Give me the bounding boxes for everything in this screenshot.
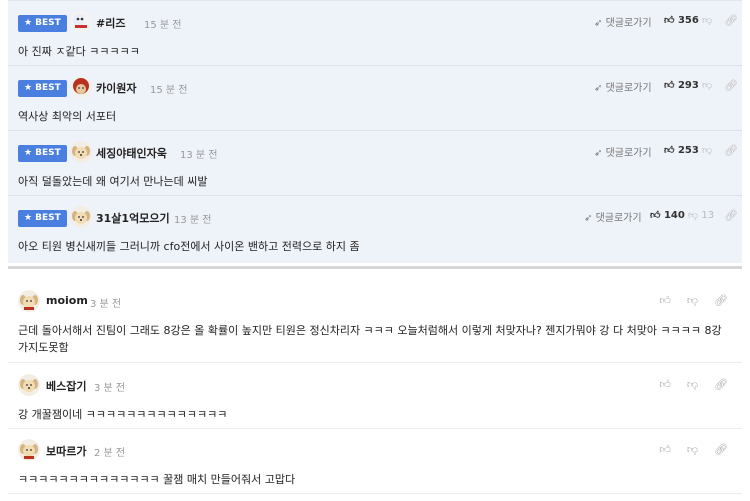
dislike-button[interactable]: 👎︎ bbox=[702, 14, 712, 26]
thumbs-up-icon: 👍︎ bbox=[650, 210, 661, 221]
thumbs-up-icon[interactable]: 👍︎ bbox=[659, 443, 671, 456]
comment-text: 근데 돌아서해서 진팀이 그래도 8강은 올 확률이 높지만 티원은 정신차리자… bbox=[18, 324, 722, 354]
best-badge: ★ BEST bbox=[18, 145, 67, 162]
nickname[interactable]: 31살1억모으기 bbox=[96, 210, 170, 226]
nickname[interactable]: 카이원자 bbox=[96, 80, 136, 96]
avatar[interactable] bbox=[70, 11, 92, 33]
nickname[interactable]: 베스잡기 bbox=[46, 378, 86, 394]
like-button[interactable]: 👍︎ 140 bbox=[650, 209, 685, 221]
star-icon: ★ bbox=[24, 213, 33, 223]
best-badge: ★ BEST bbox=[18, 210, 67, 227]
reply-link[interactable]: ➶ 댓글로가기 bbox=[594, 79, 652, 94]
dislike-button[interactable]: 👎︎ bbox=[702, 79, 712, 91]
paper-plane-icon: ➶ bbox=[594, 148, 603, 159]
nickname[interactable]: 보따르가 bbox=[46, 443, 86, 459]
dislike-button[interactable]: 👎︎ bbox=[702, 144, 712, 156]
comment-text: 아 진짜 ㅈ같다 ㅋㅋㅋㅋㅋ bbox=[18, 45, 140, 58]
timestamp: 3 분 전 bbox=[94, 383, 126, 394]
comment-actions: 👍︎ 👎︎ 🔗︎ bbox=[643, 378, 728, 391]
paper-plane-icon: ➶ bbox=[584, 213, 593, 224]
comment-text: ㅋㅋㅋㅋㅋㅋㅋㅋㅋㅋㅋㅋㅋㅋ 꿀잼 매치 만들어줘서 고맙다 bbox=[18, 473, 296, 486]
best-badge: ★ BEST bbox=[18, 15, 67, 32]
avatar[interactable] bbox=[18, 439, 40, 461]
comment-item: moiom 3 분 전 근데 돌아서해서 진팀이 그래도 8강은 올 확률이 높… bbox=[8, 280, 742, 363]
link-icon[interactable]: 🔗︎ bbox=[714, 378, 728, 391]
avatar[interactable] bbox=[70, 141, 92, 163]
thumbs-down-icon[interactable]: 👎︎ bbox=[687, 294, 698, 307]
avatar[interactable] bbox=[70, 206, 92, 228]
nickname[interactable]: 세징야태인자욱 bbox=[96, 145, 167, 161]
like-button[interactable]: 👍︎ 356 bbox=[664, 14, 699, 26]
comment-item: 베스잡기 3 분 전 강 개꿀잼이네 ㅋㅋㅋㅋㅋㅋㅋㅋㅋㅋㅋㅋㅋㅋ 👍︎ 👎︎ 🔗︎ bbox=[8, 364, 742, 429]
paper-plane-icon: ➶ bbox=[594, 83, 603, 94]
comment-text: 아직 덜돌았는데 왜 여기서 만나는데 씨발 bbox=[18, 175, 208, 188]
avatar[interactable] bbox=[18, 374, 40, 396]
thumbs-down-icon[interactable]: 👎︎ bbox=[687, 443, 698, 456]
reply-link[interactable]: ➶ 댓글로가기 bbox=[594, 14, 652, 29]
comment-text: 강 개꿀잼이네 ㅋㅋㅋㅋㅋㅋㅋㅋㅋㅋㅋㅋㅋㅋ bbox=[18, 408, 228, 421]
thumbs-down-icon: 👎︎ bbox=[688, 210, 699, 221]
comment-item: 보따르가 2 분 전 ㅋㅋㅋㅋㅋㅋㅋㅋㅋㅋㅋㅋㅋㅋ 꿀잼 매치 만들어줘서 고맙… bbox=[8, 429, 742, 494]
comment-text: 역사상 최악의 서포터 bbox=[18, 110, 117, 123]
timestamp: 15 분 전 bbox=[150, 85, 188, 96]
dislike-button[interactable]: 👎︎ 13 bbox=[688, 209, 714, 221]
paper-plane-icon: ➶ bbox=[594, 18, 603, 29]
avatar[interactable] bbox=[70, 76, 92, 98]
thumbs-down-icon: 👎︎ bbox=[702, 15, 713, 26]
best-comment: ★ BEST 카이원자 15 분 전 역사상 최악의 서포터 ➶ 댓글로가기 👍︎… bbox=[8, 66, 742, 131]
comment-actions: 👍︎ 👎︎ 🔗︎ bbox=[643, 443, 728, 456]
timestamp: 13 분 전 bbox=[174, 215, 212, 226]
thumbs-up-icon: 👍︎ bbox=[664, 145, 675, 156]
thumbs-up-icon[interactable]: 👍︎ bbox=[659, 378, 671, 391]
best-comment: ★ BEST 31살1억모으기 13 분 전 아오 티원 병신새끼들 그러니까 c… bbox=[8, 196, 742, 260]
best-badge: ★ BEST bbox=[18, 80, 67, 97]
thumbs-up-icon: 👍︎ bbox=[664, 15, 675, 26]
like-button[interactable]: 👍︎ 253 bbox=[664, 144, 699, 156]
thumbs-down-icon: 👎︎ bbox=[702, 80, 713, 91]
star-icon: ★ bbox=[24, 83, 33, 93]
comment-text: 아오 티원 병신새끼들 그러니까 cfo전에서 사이온 밴하고 전력으로 하지 … bbox=[18, 240, 360, 253]
nickname[interactable]: #리즈 bbox=[96, 15, 125, 31]
link-icon[interactable]: 🔗︎ bbox=[714, 443, 728, 456]
thumbs-down-icon: 👎︎ bbox=[702, 145, 713, 156]
nickname[interactable]: moiom bbox=[46, 294, 88, 307]
comment-actions: 👍︎ 👎︎ 🔗︎ bbox=[643, 294, 728, 307]
link-icon[interactable]: 🔗︎ bbox=[724, 79, 738, 92]
thumbs-up-icon: 👍︎ bbox=[664, 80, 675, 91]
like-button[interactable]: 👍︎ 293 bbox=[664, 79, 699, 91]
link-icon[interactable]: 🔗︎ bbox=[724, 14, 738, 27]
thumbs-down-icon[interactable]: 👎︎ bbox=[687, 378, 698, 391]
avatar[interactable] bbox=[18, 290, 40, 312]
section-divider bbox=[8, 266, 742, 269]
best-comments-list: ★ BEST #리즈 15 분 전 아 진짜 ㅈ같다 ㅋㅋㅋㅋㅋ ➶ 댓글로가기 … bbox=[8, 0, 742, 263]
timestamp: 3 분 전 bbox=[90, 299, 122, 310]
link-icon[interactable]: 🔗︎ bbox=[724, 209, 738, 222]
link-icon[interactable]: 🔗︎ bbox=[714, 294, 728, 307]
reply-link[interactable]: ➶ 댓글로가기 bbox=[594, 144, 652, 159]
timestamp: 2 분 전 bbox=[94, 448, 126, 459]
timestamp: 13 분 전 bbox=[180, 150, 218, 161]
best-comment: ★ BEST 세징야태인자욱 13 분 전 아직 덜돌았는데 왜 여기서 만나는데… bbox=[8, 131, 742, 196]
timestamp: 15 분 전 bbox=[144, 20, 182, 31]
star-icon: ★ bbox=[24, 18, 33, 28]
best-comment: ★ BEST #리즈 15 분 전 아 진짜 ㅈ같다 ㅋㅋㅋㅋㅋ ➶ 댓글로가기 … bbox=[8, 1, 742, 66]
link-icon[interactable]: 🔗︎ bbox=[724, 144, 738, 157]
comment-section: ★ BEST #리즈 15 분 전 아 진짜 ㅈ같다 ㅋㅋㅋㅋㅋ ➶ 댓글로가기 … bbox=[0, 0, 750, 501]
reply-link[interactable]: ➶ 댓글로가기 bbox=[584, 209, 642, 224]
star-icon: ★ bbox=[24, 148, 33, 158]
thumbs-up-icon[interactable]: 👍︎ bbox=[659, 294, 671, 307]
